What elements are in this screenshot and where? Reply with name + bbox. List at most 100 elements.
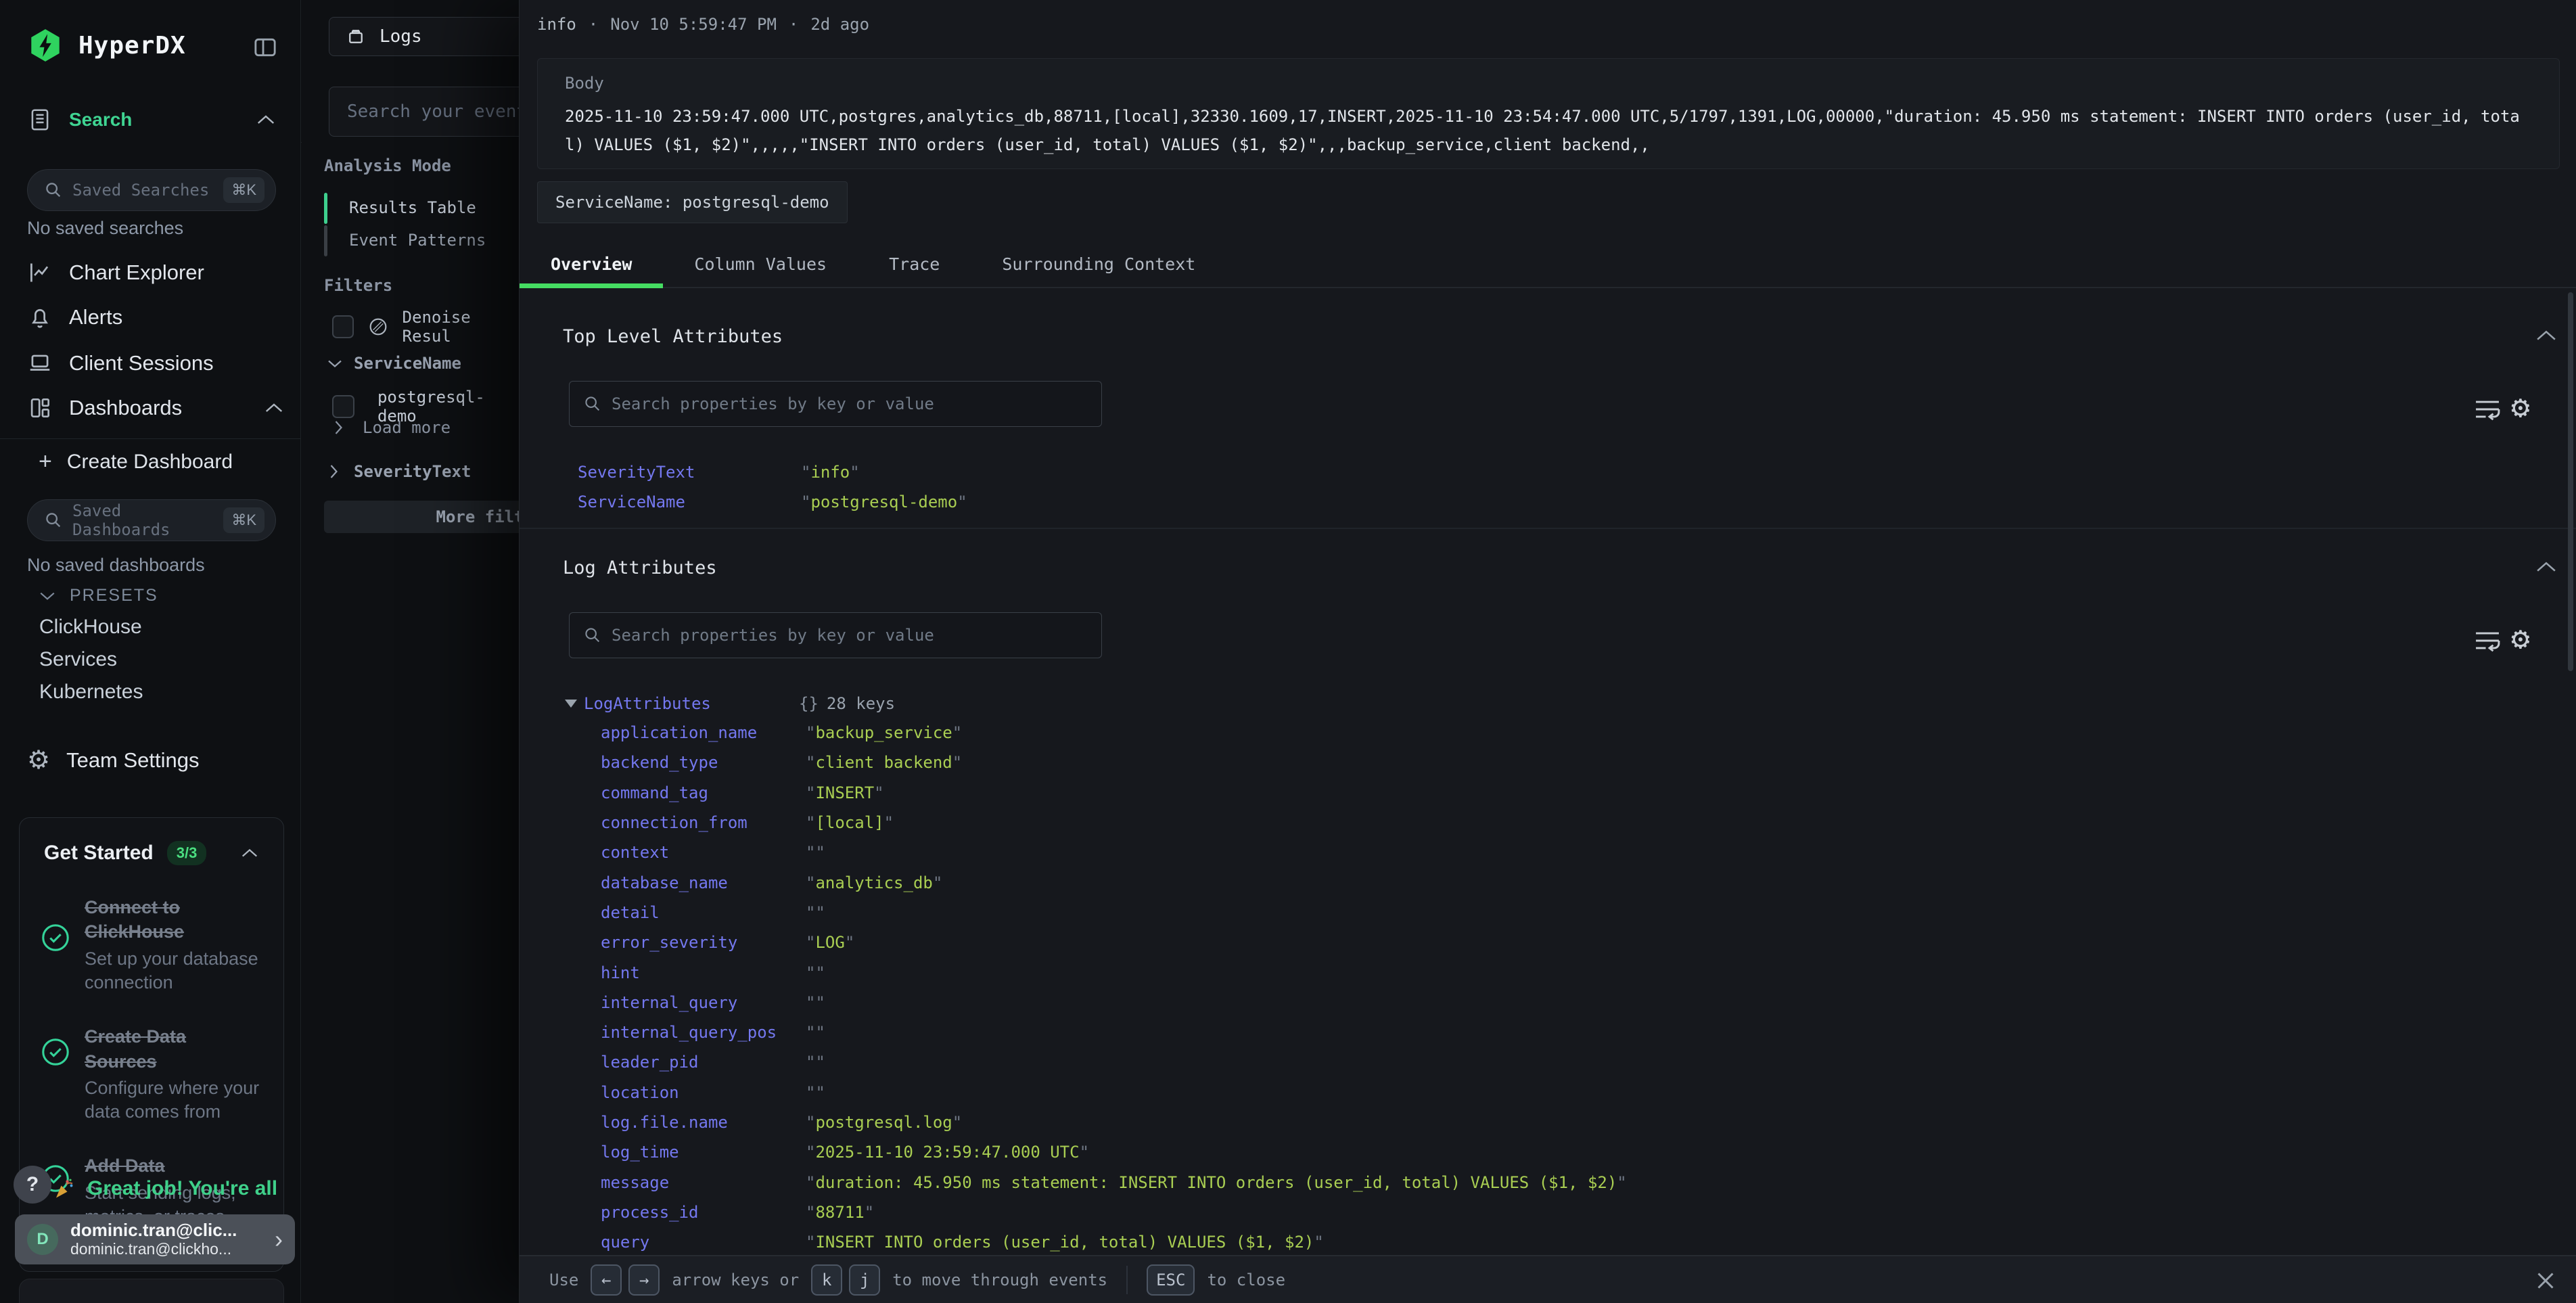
- get-started-item-title: Add Data: [85, 1156, 165, 1176]
- tab-trace[interactable]: Trace: [858, 241, 971, 287]
- get-started-item[interactable]: Connect to ClickHouse Set up your databa…: [40, 895, 263, 995]
- user-menu[interactable]: D dominic.tran@clic... dominic.tran@clic…: [15, 1214, 295, 1264]
- attribute-key[interactable]: LogAttributes: [584, 694, 799, 713]
- presets-toggle[interactable]: PRESETS: [39, 586, 158, 605]
- chevron-up-icon[interactable]: [264, 402, 284, 414]
- collapse-section-icon[interactable]: [2534, 560, 2558, 574]
- attribute-key[interactable]: process_id: [601, 1203, 806, 1222]
- attribute-key[interactable]: query: [601, 1233, 806, 1252]
- preset-services[interactable]: Services: [39, 648, 117, 671]
- attribute-key[interactable]: command_tag: [601, 783, 806, 802]
- keys-count: 28 keys: [827, 694, 895, 713]
- create-dashboard-button[interactable]: + Create Dashboard: [39, 449, 233, 475]
- attribute-value[interactable]: 2025-11-10 23:59:47.000 UTC: [815, 1143, 1079, 1162]
- attribute-row: location"": [601, 1078, 2427, 1107]
- load-more-button[interactable]: Load more: [334, 418, 451, 437]
- attribute-key[interactable]: message: [601, 1173, 806, 1192]
- sidebar-item-chart-explorer[interactable]: Chart Explorer: [27, 256, 284, 289]
- wrap-lines-icon[interactable]: [2472, 394, 2503, 425]
- attribute-row: message"duration: 45.950 ms statement: I…: [601, 1167, 2427, 1197]
- attribute-key[interactable]: detail: [601, 903, 806, 922]
- attribute-value[interactable]: [local]: [815, 813, 883, 832]
- sidebar-item-client-sessions[interactable]: Client Sessions: [27, 347, 284, 380]
- event-relative-time: 2d ago: [810, 15, 869, 34]
- attribute-key[interactable]: context: [601, 843, 806, 862]
- attribute-key[interactable]: backend_type: [601, 753, 806, 772]
- attribute-value[interactable]: 88711: [815, 1203, 864, 1222]
- sidebar-item-dashboards[interactable]: Dashboards: [27, 392, 284, 424]
- attribute-key[interactable]: application_name: [601, 723, 806, 742]
- attribute-key[interactable]: log.file.name: [601, 1113, 806, 1132]
- sidebar-item-label: Client Sessions: [69, 351, 214, 375]
- denoise-checkbox[interactable]: [332, 315, 354, 338]
- preset-kubernetes[interactable]: Kubernetes: [39, 681, 143, 704]
- top-level-search[interactable]: [569, 381, 1102, 427]
- j-key: j: [849, 1264, 880, 1296]
- saved-searches-input[interactable]: Saved Searches ⌘K: [27, 169, 276, 211]
- section-divider: [520, 528, 2576, 529]
- tab-surrounding-context[interactable]: Surrounding Context: [971, 241, 1226, 287]
- log-attributes-root-row[interactable]: LogAttributes {} 28 keys: [565, 689, 895, 718]
- attribute-value[interactable]: INSERT: [815, 783, 874, 802]
- service-name-tag[interactable]: ServiceName: postgresql-demo: [537, 181, 848, 223]
- attribute-key[interactable]: internal_query: [601, 993, 806, 1012]
- attribute-value[interactable]: duration: 45.950 ms statement: INSERT IN…: [815, 1173, 1617, 1192]
- presets-label: PRESETS: [70, 586, 158, 605]
- attribute-key[interactable]: hint: [601, 963, 806, 982]
- chevron-up-icon[interactable]: [240, 848, 259, 859]
- attribute-key[interactable]: connection_from: [601, 813, 806, 832]
- attribute-key[interactable]: internal_query_pos: [601, 1023, 806, 1042]
- expand-triangle-icon[interactable]: [565, 700, 577, 708]
- attribute-key[interactable]: log_time: [601, 1143, 806, 1162]
- attribute-key[interactable]: SeverityText: [578, 463, 801, 482]
- log-attributes-search-input[interactable]: [612, 626, 1088, 645]
- log-attributes-search[interactable]: [569, 612, 1102, 658]
- attribute-value[interactable]: postgresql.log: [815, 1113, 952, 1132]
- preset-clickhouse[interactable]: ClickHouse: [39, 616, 142, 639]
- get-started-item[interactable]: Create Data Sources Configure where your…: [40, 1024, 263, 1124]
- denoise-filter-row[interactable]: Denoise Resul: [332, 308, 519, 346]
- tab-column-values[interactable]: Column Values: [663, 241, 858, 287]
- severity-group-label: SeverityText: [354, 462, 471, 481]
- scrollbar[interactable]: [2568, 292, 2573, 671]
- attribute-value[interactable]: backup_service: [815, 723, 952, 742]
- severity-group-toggle[interactable]: SeverityText: [329, 462, 471, 481]
- saved-dashboards-input[interactable]: Saved Dashboards ⌘K: [27, 499, 276, 541]
- attribute-key[interactable]: leader_pid: [601, 1053, 806, 1072]
- attribute-row: log_time"2025-11-10 23:59:47.000 UTC": [601, 1137, 2427, 1167]
- top-level-search-input[interactable]: [612, 394, 1088, 413]
- gear-icon[interactable]: ⚙: [2511, 391, 2530, 422]
- collapse-sidebar-icon[interactable]: [252, 34, 279, 61]
- close-icon[interactable]: [2533, 1268, 2558, 1293]
- attribute-key[interactable]: database_name: [601, 873, 806, 892]
- attribute-row: error_severity"LOG": [601, 928, 2427, 957]
- footer-text: Use: [549, 1271, 578, 1289]
- attribute-value[interactable]: analytics_db: [815, 873, 932, 892]
- service-name-group-toggle[interactable]: ServiceName: [327, 354, 461, 373]
- logo[interactable]: HyperDX: [27, 27, 186, 64]
- denoise-icon: [367, 316, 389, 338]
- attribute-value[interactable]: INSERT INTO orders (user_id, total) VALU…: [815, 1233, 1314, 1252]
- gear-icon[interactable]: ⚙: [2511, 622, 2530, 654]
- dashboard-grid-icon: [27, 395, 53, 421]
- sidebar-item-team-settings[interactable]: ⚙ Team Settings: [27, 744, 284, 777]
- attribute-value[interactable]: LOG: [815, 933, 844, 952]
- attribute-key[interactable]: location: [601, 1083, 806, 1102]
- attribute-value[interactable]: client backend: [815, 753, 952, 772]
- chevron-up-icon[interactable]: [256, 114, 276, 126]
- attribute-value[interactable]: info: [810, 463, 850, 482]
- help-button[interactable]: ?: [14, 1166, 51, 1204]
- collapse-section-icon[interactable]: [2534, 329, 2558, 342]
- service-option-checkbox[interactable]: [332, 395, 354, 418]
- tab-overview[interactable]: Overview: [520, 241, 663, 287]
- wrap-lines-icon[interactable]: [2472, 625, 2503, 656]
- sidebar-item-alerts[interactable]: Alerts: [27, 301, 284, 334]
- attribute-key[interactable]: ServiceName: [578, 493, 801, 511]
- more-filters-button[interactable]: More filte: [324, 501, 534, 533]
- get-started-header[interactable]: Get Started 3/3: [20, 818, 283, 865]
- mode-results-table[interactable]: Results Table: [349, 198, 476, 217]
- attribute-key[interactable]: error_severity: [601, 933, 806, 952]
- attribute-value[interactable]: postgresql-demo: [810, 493, 957, 511]
- mode-event-patterns[interactable]: Event Patterns: [349, 231, 486, 250]
- search-section-header[interactable]: Search: [27, 107, 276, 133]
